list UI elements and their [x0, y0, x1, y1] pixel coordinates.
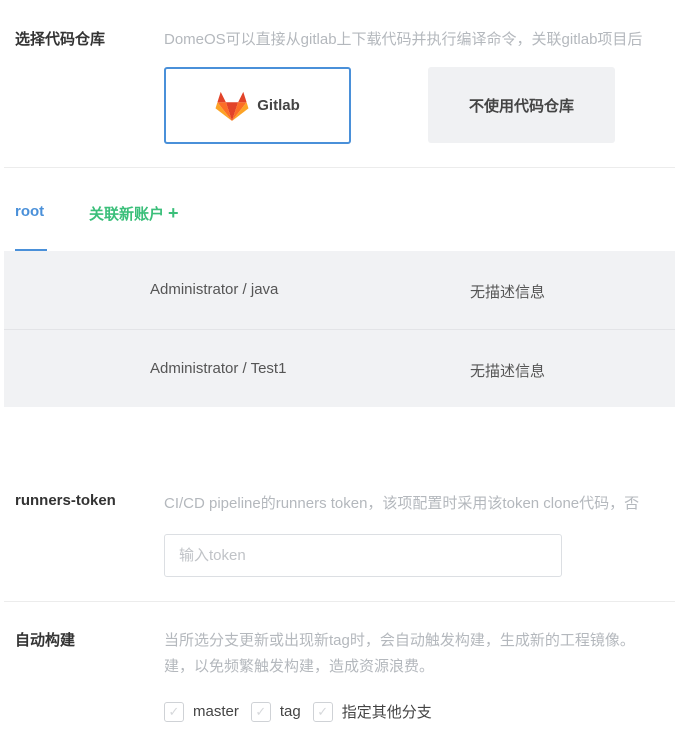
repository-list: Administrator / java 无描述信息 Administrator… [4, 251, 675, 407]
master-checkbox[interactable]: ✓ master [164, 701, 239, 722]
auto-build-description-line2: 建，以免频繁触发构建，造成资源浪费。 [164, 658, 435, 675]
repository-row[interactable]: Administrator / java 无描述信息 [4, 251, 675, 329]
code-repo-label: 选择代码仓库 [15, 31, 106, 48]
gitlab-option-label: Gitlab [257, 97, 300, 114]
auto-build-label: 自动构建 [15, 632, 76, 649]
no-repo-option[interactable]: 不使用代码仓库 [428, 67, 615, 143]
plus-icon: + [168, 203, 179, 223]
tag-checkbox[interactable]: ✓ tag [250, 701, 301, 722]
link-new-account-label: 关联新账户 [89, 206, 165, 223]
repository-name: Administrator / Test1 [150, 360, 287, 377]
link-new-account-button[interactable]: 关联新账户 + [89, 203, 179, 224]
checkbox-label: 指定其他分支 [341, 704, 432, 721]
repository-description: 无描述信息 [470, 284, 546, 301]
checkbox-label: tag [279, 703, 301, 720]
checkbox-label: master [193, 703, 239, 720]
code-repo-description: DomeOS可以直接从gitlab上下载代码并执行编译命令，关联gitlab项目… [164, 31, 643, 48]
other-branch-checkbox[interactable]: ✓ 指定其他分支 [312, 701, 432, 722]
gitlab-logo-icon [215, 91, 249, 121]
runners-token-label: runners-token [15, 492, 116, 509]
divider [4, 167, 675, 168]
auto-build-description-line1: 当所选分支更新或出现新tag时，会自动触发构建，生成新的工程镜像。 [164, 632, 635, 649]
divider [4, 601, 675, 602]
no-repo-option-label: 不使用代码仓库 [468, 97, 574, 115]
token-input[interactable] [164, 534, 562, 577]
branch-options: ✓ master ✓ tag ✓ 指定其他分支 [164, 701, 444, 722]
runners-token-description: CI/CD pipeline的runners token，该项配置时采用该tok… [164, 495, 640, 512]
tab-root[interactable]: root [15, 203, 44, 220]
gitlab-repo-option[interactable]: Gitlab [164, 67, 351, 144]
repository-name: Administrator / java [150, 281, 279, 298]
repository-description: 无描述信息 [470, 363, 546, 380]
checkbox-icon: ✓ [250, 701, 271, 722]
checkbox-icon: ✓ [312, 701, 333, 722]
repository-row[interactable]: Administrator / Test1 无描述信息 [4, 329, 675, 407]
checkbox-icon: ✓ [164, 701, 184, 722]
